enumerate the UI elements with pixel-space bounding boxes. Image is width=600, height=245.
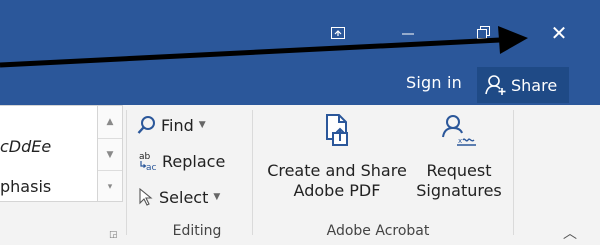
sign-in-link[interactable]: Sign in — [406, 73, 462, 92]
close-icon: ✕ — [550, 20, 568, 45]
svg-text:ab: ab — [139, 152, 151, 162]
gallery-more-icon[interactable]: ▾ — [98, 170, 122, 202]
find-label: Find — [161, 115, 194, 135]
styles-gallery[interactable]: cDdEe phasis ▲ ▼ ▾ — [0, 105, 123, 202]
ribbon: cDdEe phasis ▲ ▼ ▾ ◲ Find ▼ ab ac Replac… — [0, 105, 600, 245]
minimize-icon — [402, 33, 414, 34]
group-separator — [513, 110, 514, 235]
gallery-scrollbar[interactable]: ▲ ▼ ▾ — [97, 106, 122, 201]
find-button[interactable]: Find ▼ — [137, 112, 206, 138]
minimize-button[interactable] — [385, 0, 431, 65]
create-share-line2: Adobe PDF — [293, 181, 381, 200]
select-button[interactable]: Select ▼ — [137, 184, 220, 210]
styles-dialog-launcher-icon[interactable]: ◲ — [109, 230, 118, 240]
share-button[interactable]: Share — [477, 67, 569, 103]
collapse-ribbon-icon[interactable]: ︿ — [563, 223, 577, 243]
request-line1: Request — [426, 161, 492, 180]
group-separator — [252, 110, 253, 235]
create-share-line1: Create and Share — [267, 161, 407, 180]
svg-text:ac: ac — [146, 163, 157, 172]
search-icon — [137, 116, 155, 134]
editing-group-label: Editing — [172, 223, 222, 239]
replace-button[interactable]: ab ac Replace — [137, 148, 225, 174]
ribbon-display-options-button[interactable] — [315, 0, 361, 65]
restore-button[interactable] — [460, 0, 506, 65]
request-signatures-button[interactable]: x Request Signatures — [408, 113, 510, 223]
create-and-share-adobe-pdf-button[interactable]: Create and Share Adobe PDF — [258, 113, 416, 223]
select-label: Select — [159, 187, 209, 207]
group-separator — [126, 110, 127, 235]
signature-icon: x — [442, 115, 476, 146]
adobe-acrobat-group-label: Adobe Acrobat — [326, 223, 430, 239]
ribbon-header: Sign in Share — [0, 65, 600, 105]
title-bar: ✕ — [0, 0, 600, 65]
chevron-down-icon: ▼ — [213, 192, 221, 202]
share-person-icon — [485, 75, 506, 95]
gallery-up-icon[interactable]: ▲ — [98, 106, 122, 138]
gallery-down-icon[interactable]: ▼ — [98, 138, 122, 171]
chevron-down-icon: ▼ — [198, 120, 206, 130]
restore-icon — [476, 26, 490, 39]
style-item-subtle[interactable]: cDdEe — [0, 137, 51, 156]
create-pdf-icon — [326, 114, 348, 146]
replace-icon: ab ac — [139, 152, 157, 172]
close-button[interactable]: ✕ — [536, 0, 582, 65]
replace-label: Replace — [162, 151, 226, 171]
ribbon-display-options-icon — [331, 26, 345, 39]
style-item-emphasis[interactable]: phasis — [0, 177, 51, 196]
request-line2: Signatures — [416, 181, 502, 200]
cursor-arrow-icon — [139, 187, 153, 206]
svg-text:x: x — [458, 137, 462, 145]
share-label: Share — [511, 75, 558, 95]
